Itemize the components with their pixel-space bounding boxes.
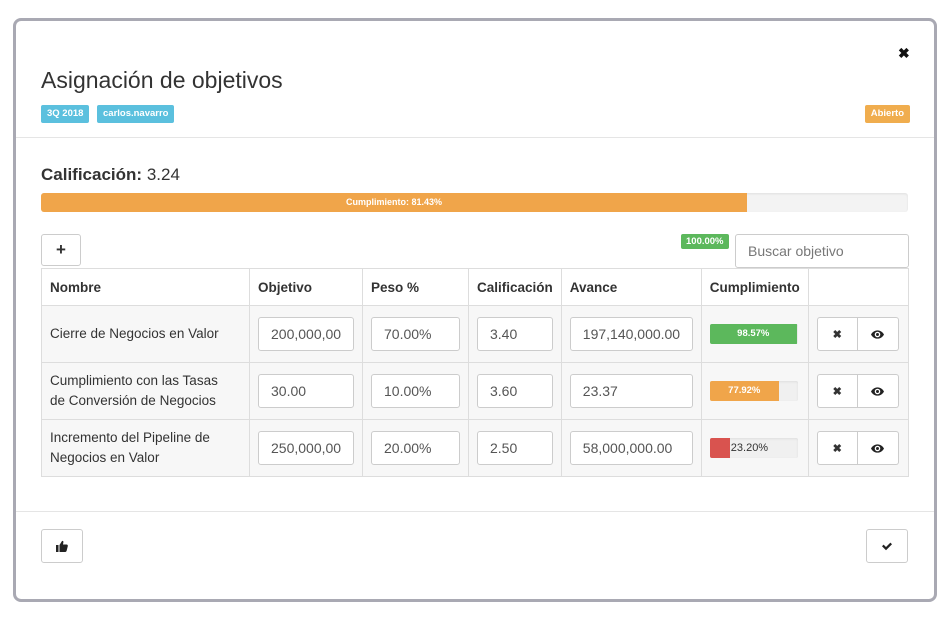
score-summary: Calificación: 3.24 [41,165,180,185]
search-objective-input[interactable] [735,234,909,268]
col-header-cumplimiento: Cumplimiento [700,268,809,306]
cumplimiento-bar [709,438,730,458]
period-badge: 3Q 2018 [41,105,90,123]
remove-objective-button[interactable]: ✖ [816,374,858,408]
peso-input[interactable] [371,374,460,408]
cumplimiento-label: 77.92% [728,385,761,396]
remove-objective-button[interactable]: ✖ [816,431,858,465]
col-header-nombre: Nombre [41,268,250,306]
eye-icon [871,386,885,396]
objetivo-input[interactable] [258,374,354,408]
col-header-objetivo: Objetivo [249,268,363,306]
col-header-calificacion: Calificación [468,268,562,306]
view-objective-button[interactable] [857,317,899,351]
cumplimiento-label: 98.57% [737,328,770,339]
objetivo-input[interactable] [258,317,354,351]
x-icon: ✖ [832,385,842,398]
col-header-avance: Avance [560,268,702,306]
cumplimiento-progress: 23.20% [709,438,798,458]
modal-title: Asignación de objetivos [41,67,283,93]
col-header-actions [807,268,910,306]
objectives-table: Nombre Objetivo Peso % Calificación Avan… [41,268,910,477]
cumplimiento-progress: 98.57% [709,324,798,344]
avance-input[interactable] [569,317,693,351]
view-objective-button[interactable] [857,374,899,408]
objective-name: Cierre de Negocios en Valor [41,305,250,363]
peso-input[interactable] [371,431,460,465]
add-objective-button[interactable]: + [41,234,81,266]
footer-divider [16,511,934,512]
avance-input[interactable] [569,431,693,465]
objective-name: Cumplimiento con las Tasas de Conversión … [41,362,250,420]
calificacion-input[interactable] [477,431,553,465]
confirm-button[interactable] [866,529,908,563]
avance-input[interactable] [569,374,693,408]
row-actions: ✖ [816,431,900,465]
close-icon[interactable]: ✖ [898,45,910,62]
table-row: Cumplimiento con las Tasas de Conversión … [41,362,910,420]
score-value: 3.24 [146,165,180,184]
objective-name: Incremento del Pipeline de Negocios en Va… [41,419,250,477]
score-label: Calificación: [41,165,143,184]
remove-objective-button[interactable]: ✖ [816,317,858,351]
cumplimiento-label: 23.20% [730,442,769,454]
calificacion-input[interactable] [477,374,553,408]
x-icon: ✖ [832,328,842,341]
approve-button[interactable] [41,529,83,563]
thumbs-up-icon [56,540,68,552]
status-badge: Abierto [864,105,910,123]
row-actions: ✖ [816,317,900,351]
user-badge: carlos.navarro [97,105,175,123]
objetivo-input[interactable] [258,431,354,465]
cumplimiento-progress: 77.92% [709,381,798,401]
x-icon: ✖ [832,442,842,455]
eye-icon [871,443,885,453]
header-divider [16,137,934,138]
table-row: Incremento del Pipeline de Negocios en Va… [41,419,910,477]
col-header-peso: Peso % [362,268,469,306]
view-objective-button[interactable] [857,431,899,465]
goal-assignment-modal: ✖ Asignación de objetivos 3Q 2018 carlos… [13,18,937,602]
total-weight-badge: 100.00% [681,234,729,249]
calificacion-input[interactable] [477,317,553,351]
table-row: Cierre de Negocios en Valor 98.57% ✖ [41,305,910,363]
plus-icon: + [56,240,66,259]
table-header-row: Nombre Objetivo Peso % Calificación Avan… [41,268,910,306]
peso-input[interactable] [371,317,460,351]
eye-icon [871,329,885,339]
overall-progress: Cumplimiento: 81.43% [41,193,908,212]
overall-progress-bar: Cumplimiento: 81.43% [41,193,747,212]
row-actions: ✖ [816,374,900,408]
check-icon [882,542,892,551]
